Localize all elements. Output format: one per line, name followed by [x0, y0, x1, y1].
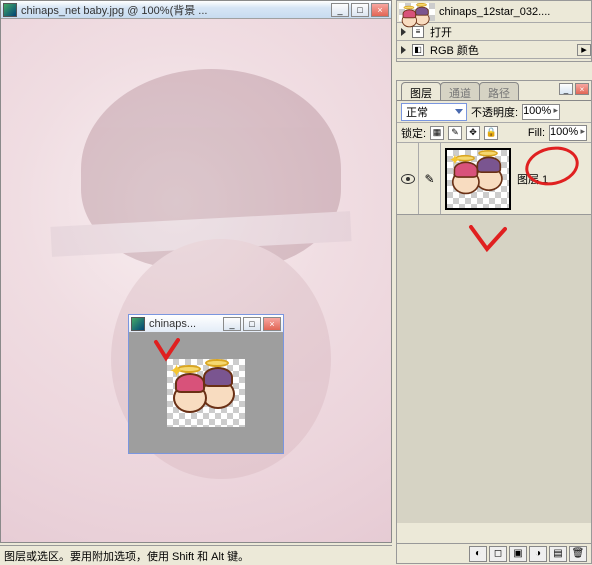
tab-layers[interactable]: 图层 [401, 82, 441, 100]
minimize-button[interactable]: _ [331, 3, 349, 17]
app-icon [3, 3, 17, 17]
sub-document-window: chinaps... _ □ × ✦ [128, 314, 284, 454]
main-document-window: chinaps_net baby.jpg @ 100%(背景 ... _ □ × [0, 0, 392, 543]
expand-icon [401, 28, 406, 36]
window-controls: _ □ × [331, 3, 389, 17]
adjustment-layer-button[interactable]: ◑ [529, 546, 547, 562]
annotation-checkmark [467, 225, 507, 253]
open-label: 打开 [430, 24, 452, 40]
fill-label: Fill: [528, 127, 545, 139]
navigator-panel: chinaps_12star_032.... ≡ 打开 ◧ RGB 颜色 ▸ [396, 0, 592, 62]
blend-opacity-row: 正常 不透明度: 100% [397, 101, 591, 123]
tab-channels[interactable]: 通道 [440, 82, 480, 100]
panel-minimize-button[interactable]: _ [559, 83, 573, 95]
file-thumbnail[interactable] [399, 3, 435, 21]
mode-label: RGB 颜色 [430, 42, 479, 58]
mode-icon: ◧ [412, 44, 424, 56]
angel-image: ✦ [167, 359, 245, 427]
close-button[interactable]: × [263, 317, 281, 331]
opacity-input[interactable]: 100% [522, 104, 560, 120]
new-layer-button[interactable]: ▤ [549, 546, 567, 562]
main-title: chinaps_net baby.jpg @ 100%(背景 ... [21, 2, 331, 18]
lock-label: 锁定: [401, 125, 426, 141]
layer-thumbnail[interactable]: ✦ [445, 148, 511, 210]
panels-column: chinaps_12star_032.... ≡ 打开 ◧ RGB 颜色 ▸ _… [396, 0, 592, 565]
file-thumb-row: chinaps_12star_032.... [397, 1, 591, 23]
status-text: 图层或选区。要用附加选项，使用 Shift 和 Alt 键。 [4, 548, 249, 564]
layer-style-button[interactable]: ◐ [469, 546, 487, 562]
app-icon [131, 317, 145, 331]
opacity-label: 不透明度: [471, 104, 518, 120]
layer-actions-bar: ◐ ◻ ▣ ◑ ▤ 🗑 [397, 543, 591, 563]
lock-paint-icon[interactable]: ✎ [448, 126, 462, 140]
main-titlebar[interactable]: chinaps_net baby.jpg @ 100%(背景 ... _ □ × [1, 1, 391, 19]
lock-transparency-icon[interactable]: ▦ [430, 126, 444, 140]
sub-canvas[interactable]: ✦ [129, 333, 283, 453]
panel-menu-button[interactable]: ▸ [577, 44, 591, 56]
lock-row: 锁定: ▦ ✎ ✥ 🔒 Fill: 100% [397, 123, 591, 143]
visibility-toggle-icon[interactable] [401, 174, 415, 184]
expand-icon [401, 46, 406, 54]
sub-title: chinaps... [149, 318, 223, 330]
tab-paths[interactable]: 路径 [479, 82, 519, 100]
layer-row[interactable]: ✎ ✦ 图层 1 [397, 143, 591, 215]
mode-row[interactable]: ◧ RGB 颜色 ▸ [397, 41, 591, 59]
panel-close-button[interactable]: × [575, 83, 589, 95]
delete-layer-button[interactable]: 🗑 [569, 546, 587, 562]
close-button[interactable]: × [371, 3, 389, 17]
new-group-button[interactable]: ▣ [509, 546, 527, 562]
file-name-label: chinaps_12star_032.... [439, 6, 589, 18]
layer-mask-button[interactable]: ◻ [489, 546, 507, 562]
minimize-button[interactable]: _ [223, 317, 241, 331]
open-row[interactable]: ≡ 打开 [397, 23, 591, 41]
layer-name-label[interactable]: 图层 1 [515, 171, 591, 187]
fill-input[interactable]: 100% [549, 125, 587, 141]
layer-list: ✎ ✦ 图层 1 [397, 143, 591, 523]
main-canvas[interactable] [1, 19, 391, 542]
lock-all-icon[interactable]: 🔒 [484, 126, 498, 140]
maximize-button[interactable]: □ [243, 317, 261, 331]
maximize-button[interactable]: □ [351, 3, 369, 17]
lock-position-icon[interactable]: ✥ [466, 126, 480, 140]
sub-titlebar[interactable]: chinaps... _ □ × [129, 315, 283, 333]
window-controls: _ □ × [223, 317, 281, 331]
document-icon: ≡ [412, 26, 424, 38]
layers-panel: _ × 图层 通道 路径 正常 不透明度: 100% 锁定: ▦ ✎ ✥ 🔒 F… [396, 80, 592, 564]
brush-icon: ✎ [424, 172, 434, 186]
blend-mode-select[interactable]: 正常 [401, 103, 467, 121]
panel-window-controls: _ × [559, 83, 589, 95]
status-bar: 图层或选区。要用附加选项，使用 Shift 和 Alt 键。 [0, 545, 392, 565]
